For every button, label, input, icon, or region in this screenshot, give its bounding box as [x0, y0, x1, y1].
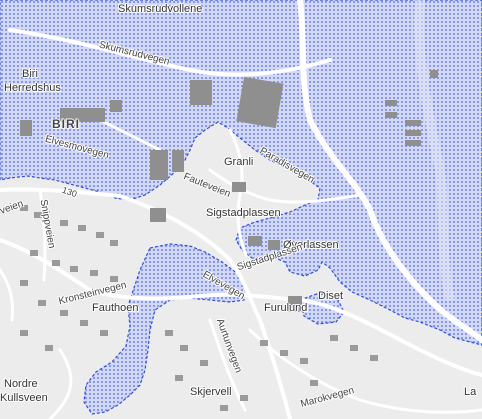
place-la: La — [464, 386, 477, 398]
place-diset: Diset — [318, 290, 344, 302]
place-furulund: Furulund — [264, 302, 308, 314]
place-skjervell: Skjervell — [190, 386, 232, 398]
place-fauthoen: Fauthoen — [92, 302, 139, 314]
place-sigstadplassen: Sigstadplassen — [206, 207, 281, 219]
place-kullsveen: Kullsveen — [0, 392, 48, 404]
place-skumsrudvollene: Skumsrudvollene — [118, 3, 203, 15]
place-biri-big: BIRI — [52, 117, 80, 131]
place-granli: Granli — [224, 156, 254, 168]
place-biri: Biri — [22, 68, 38, 80]
place-herredshus: Herredshus — [4, 82, 61, 94]
map-view[interactable]: Skumsrudvollene Skumsrudvegen Biri Herre… — [0, 0, 482, 419]
place-nordre: Nordre — [4, 378, 38, 390]
